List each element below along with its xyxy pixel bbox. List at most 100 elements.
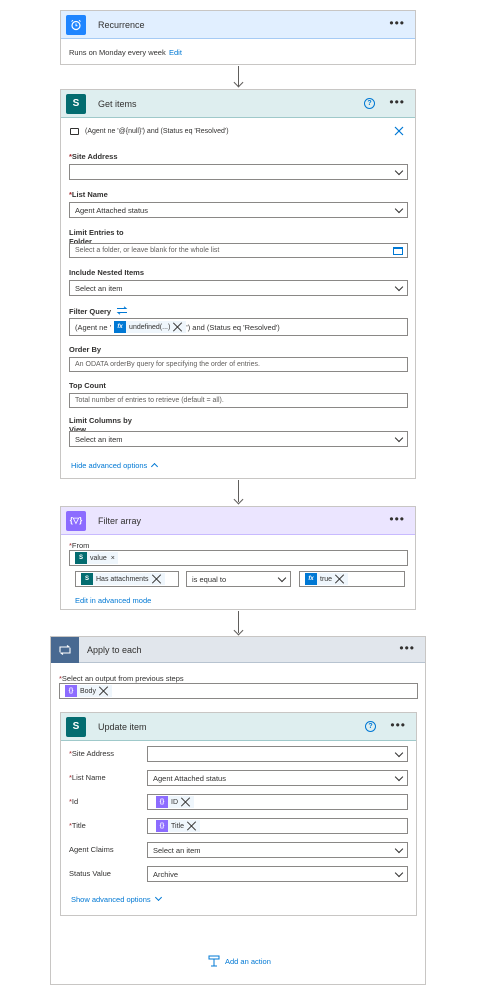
comment-icon	[70, 128, 79, 135]
arrow-head-icon	[233, 77, 244, 88]
recurrence-edit-link[interactable]: Edit	[169, 48, 182, 57]
title-token[interactable]: {} Title	[156, 820, 200, 832]
more-options-icon[interactable]: •••	[389, 17, 405, 29]
has-attachments-token[interactable]: S Has attachments	[81, 573, 165, 585]
remove-token-icon[interactable]	[335, 574, 345, 584]
title-field[interactable]: {} Title	[147, 818, 408, 834]
remove-token-icon[interactable]	[181, 797, 191, 807]
filter-array-title: Filter array	[98, 515, 142, 526]
filter-query-field[interactable]: (Agent ne ' fx undefined(...) ') and (St…	[69, 318, 408, 336]
list-name-dropdown[interactable]: Agent Attached status	[69, 202, 408, 218]
more-options-icon[interactable]: •••	[399, 642, 415, 654]
close-icon[interactable]	[394, 126, 404, 136]
select-output-label: *Select an output from previous steps	[59, 674, 184, 683]
agent-claims-label: Agent Claims	[69, 845, 114, 854]
folder-icon[interactable]	[393, 247, 403, 255]
title-label: *Title	[69, 821, 86, 830]
id-label: *Id	[69, 797, 79, 806]
help-icon[interactable]: ?	[365, 721, 376, 732]
list-name-label: *List Name	[69, 190, 108, 199]
order-by-label: Order By	[69, 345, 102, 354]
recurrence-header[interactable]: Recurrence •••	[61, 11, 415, 39]
status-value-label: Status Value	[69, 869, 111, 878]
update-item-card[interactable]: S Update item ? ••• *Site Address *List …	[60, 712, 417, 916]
chevron-down-icon	[394, 282, 404, 292]
include-nested-dropdown[interactable]: Select an item	[69, 280, 408, 296]
limit-entries-field[interactable]: Select a folder, or leave blank for the …	[69, 243, 408, 258]
apply-to-each-card[interactable]: Apply to each ••• *Select an output from…	[50, 636, 426, 985]
top-count-field[interactable]: Total number of entries to retrieve (def…	[69, 393, 408, 408]
filter-query-label: Filter Query	[69, 307, 112, 316]
chevron-down-icon	[394, 748, 404, 758]
remove-token-icon[interactable]	[173, 322, 183, 332]
update-site-address-dropdown[interactable]	[147, 746, 408, 762]
site-address-dropdown[interactable]	[69, 164, 408, 180]
chevron-down-icon	[394, 433, 404, 443]
filter-preview-text: (Agent ne '@{null}') and (Status eq 'Res…	[85, 128, 229, 135]
get-items-card[interactable]: S Get items ? ••• (Agent ne '@{null}') a…	[60, 89, 416, 479]
sharepoint-icon: S	[81, 573, 93, 585]
fx-icon: fx	[114, 321, 127, 333]
get-items-header[interactable]: S Get items ? •••	[61, 90, 415, 118]
chevron-down-icon[interactable]	[154, 893, 163, 902]
chevron-down-icon	[394, 868, 404, 878]
status-value-dropdown[interactable]: Archive	[147, 866, 408, 882]
update-list-name-dropdown[interactable]: Agent Attached status	[147, 770, 408, 786]
chevron-down-icon	[394, 204, 404, 214]
swap-icon[interactable]	[116, 306, 128, 317]
order-by-field[interactable]: An ODATA orderBy query for specifying th…	[69, 357, 408, 372]
remove-token-icon[interactable]	[187, 821, 197, 831]
filter-array-card[interactable]: {▽} Filter array ••• *From S value × S H…	[60, 506, 416, 610]
apply-to-each-title: Apply to each	[87, 644, 142, 655]
more-options-icon[interactable]: •••	[389, 96, 405, 108]
filter-array-icon: {▽}	[66, 510, 86, 531]
filter-array-header[interactable]: {▽} Filter array •••	[61, 507, 415, 535]
id-field[interactable]: {} ID	[147, 794, 408, 810]
sharepoint-icon: S	[66, 93, 86, 114]
show-advanced-options-link[interactable]: Show advanced options	[71, 895, 151, 904]
remove-token-icon[interactable]	[99, 686, 109, 696]
filter-array-icon: {}	[156, 796, 168, 808]
alarm-clock-icon	[66, 14, 86, 35]
from-field[interactable]: S value ×	[69, 550, 408, 566]
filter-array-icon: {}	[156, 820, 168, 832]
loop-icon	[51, 636, 79, 663]
true-token[interactable]: fx true	[305, 573, 349, 585]
recurrence-card[interactable]: Recurrence ••• Runs on Monday every week…	[60, 10, 416, 65]
chevron-down-icon	[394, 166, 404, 176]
agent-claims-dropdown[interactable]: Select an item	[147, 842, 408, 858]
body-token[interactable]: {} Body	[65, 685, 112, 697]
arrow-head-icon	[233, 494, 244, 505]
update-list-name-label: *List Name	[69, 773, 106, 782]
site-address-label: *Site Address	[69, 152, 118, 161]
update-item-title: Update item	[98, 721, 147, 732]
add-action-icon[interactable]	[208, 955, 220, 969]
fx-icon: fx	[305, 573, 317, 585]
hide-advanced-options-link[interactable]: Hide advanced options	[71, 461, 147, 470]
sharepoint-icon: S	[66, 716, 86, 737]
operator-dropdown[interactable]: is equal to	[186, 571, 291, 587]
chevron-down-icon	[394, 844, 404, 854]
more-options-icon[interactable]: •••	[389, 513, 405, 525]
edit-in-advanced-mode-link[interactable]: Edit in advanced mode	[75, 596, 151, 605]
condition-right-field[interactable]: fx true	[299, 571, 405, 587]
update-item-header[interactable]: S Update item ? •••	[61, 713, 416, 741]
update-site-address-label: *Site Address	[69, 749, 115, 758]
from-label: *From	[69, 541, 90, 550]
limit-columns-dropdown[interactable]: Select an item	[69, 431, 408, 447]
more-options-icon[interactable]: •••	[390, 719, 406, 731]
expression-token[interactable]: fx undefined(...)	[114, 321, 187, 333]
value-token[interactable]: S value ×	[75, 552, 118, 564]
sharepoint-icon: S	[75, 552, 87, 564]
apply-to-each-header[interactable]: Apply to each •••	[51, 636, 425, 663]
id-token[interactable]: {} ID	[156, 796, 194, 808]
chevron-down-icon	[277, 573, 287, 583]
get-items-title: Get items	[98, 98, 137, 109]
select-output-field[interactable]: {} Body	[59, 683, 418, 699]
remove-token-icon[interactable]: ×	[111, 555, 115, 562]
chevron-up-icon[interactable]	[150, 462, 159, 471]
remove-token-icon[interactable]	[152, 574, 162, 584]
add-an-action-link[interactable]: Add an action	[225, 957, 271, 966]
condition-left-field[interactable]: S Has attachments	[75, 571, 179, 587]
help-icon[interactable]: ?	[364, 98, 375, 109]
